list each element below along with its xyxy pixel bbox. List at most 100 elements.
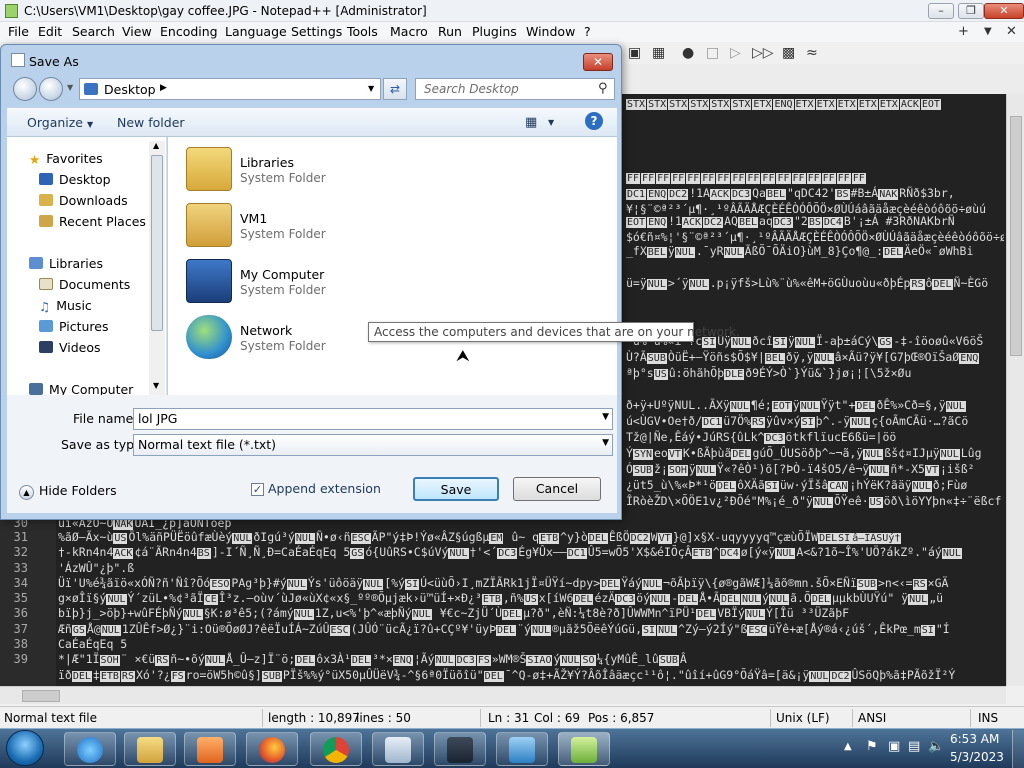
hide-folders-toggle[interactable]: ▲ Hide Folders <box>19 483 117 500</box>
clock-date[interactable]: 5/3/2023 <box>950 750 1004 764</box>
menu-view[interactable]: View <box>122 24 152 39</box>
menu-run[interactable]: Run <box>438 24 462 39</box>
network-globe-icon <box>186 315 232 359</box>
menu-window[interactable]: Window <box>526 24 575 39</box>
menu-encoding[interactable]: Encoding <box>160 24 218 39</box>
scroll-thumb[interactable] <box>151 155 163 331</box>
play-macro-icon[interactable]: ▷ <box>730 45 741 61</box>
start-button[interactable] <box>6 730 44 766</box>
taskbar-notepad-plus[interactable] <box>558 732 610 766</box>
taskbar-media-player[interactable] <box>184 732 236 766</box>
videos-icon <box>39 341 53 353</box>
spell-check-icon[interactable]: ≈ <box>806 45 818 61</box>
vertical-scrollbar[interactable] <box>1006 94 1024 686</box>
taskbar-paint[interactable] <box>434 732 486 766</box>
network-icon[interactable]: ▤ <box>908 739 920 754</box>
scroll-thumb[interactable] <box>22 690 60 702</box>
show-hidden-icons[interactable]: ▲ <box>844 741 852 752</box>
status-mode: INS <box>978 711 999 725</box>
address-bar[interactable]: Desktop ▶ ▼ <box>79 78 381 100</box>
nav-videos[interactable]: Videos <box>39 340 101 355</box>
minimize-button[interactable]: – <box>928 3 954 19</box>
downloads-folder-icon <box>39 194 53 206</box>
new-folder-button[interactable]: New folder <box>117 115 185 130</box>
display-icon[interactable]: ▣ <box>888 739 900 754</box>
organize-button[interactable]: Organize ▼ <box>27 115 93 130</box>
computer-icon <box>186 259 232 303</box>
file-name-dropdown-icon[interactable]: ▼ <box>602 412 609 422</box>
volume-icon[interactable]: 🔈 <box>928 739 944 754</box>
status-separator <box>480 709 481 727</box>
nav-downloads[interactable]: Downloads <box>39 193 128 208</box>
monitor-icon[interactable]: ▣ <box>628 45 641 61</box>
nav-desktop[interactable]: Desktop <box>39 172 111 187</box>
breadcrumb-arrow-icon[interactable]: ▶ <box>160 83 167 93</box>
menu-settings[interactable]: Settings <box>291 24 342 39</box>
line-number: 39 <box>13 652 28 666</box>
scroll-up-icon[interactable]: ▲ <box>153 141 159 150</box>
menu-macro[interactable]: Macro <box>390 24 428 39</box>
taskbar-snipping-tool[interactable] <box>372 732 424 766</box>
nav-scrollbar[interactable]: ▲ ▼ <box>149 141 165 395</box>
menu-tools[interactable]: Tools <box>347 24 378 39</box>
menu-help[interactable]: ? <box>584 24 591 39</box>
address-dropdown-icon[interactable]: ▼ <box>368 84 374 93</box>
nav-music[interactable]: ♫ Music <box>39 298 92 314</box>
horizontal-scrollbar[interactable] <box>0 686 1006 704</box>
menu-search[interactable]: Search <box>72 24 115 39</box>
panel-icon[interactable]: ▦ <box>652 45 665 61</box>
nav-favorites[interactable]: ★ Favorites <box>29 151 103 167</box>
file-name-label: File name: <box>73 411 138 426</box>
menu-file[interactable]: File <box>8 24 29 39</box>
flag-icon[interactable]: ⚑ <box>866 739 878 754</box>
save-type-select[interactable]: Normal text file (*.txt) ▼ <box>133 434 613 456</box>
dialog-bottom-panel: File name: lol JPG ▼ Save as type: Norma… <box>7 395 617 513</box>
code-line: ªþ°sUS û:öhãhÕþDLE ð9ÉÝ>Ò`}Ýü&`}jø¡¦[\5ž×Ø… <box>626 366 912 380</box>
help-icon[interactable]: ? <box>585 112 603 130</box>
append-extension-checkbox[interactable]: ✓ Append extension <box>251 481 381 496</box>
recent-pages-icon[interactable]: ▼ <box>67 83 73 92</box>
taskbar-chrome[interactable] <box>310 732 362 766</box>
refresh-button[interactable]: ⇄ <box>383 78 407 100</box>
menu-edit[interactable]: Edit <box>38 24 62 39</box>
tab-list-icon[interactable]: ▼ <box>984 26 992 37</box>
taskbar-photo-viewer[interactable] <box>496 732 548 766</box>
forward-button[interactable] <box>39 77 63 101</box>
search-input[interactable]: Search Desktop ⚲ <box>415 78 615 100</box>
save-macro-icon[interactable]: ▩ <box>782 45 795 61</box>
close-doc-icon[interactable]: ✕ <box>1006 24 1017 39</box>
media-player-icon <box>197 737 223 763</box>
code-line: ú<ÙGV•Oe†ð/DC1 ü7Ö%RS ÿûv×ýSI þ^.-ÿNUL ç{oÃm… <box>626 414 969 428</box>
taskbar-explorer[interactable] <box>124 732 176 766</box>
view-options-icon[interactable]: ▦ <box>525 115 537 130</box>
taskbar-ie[interactable] <box>64 732 116 766</box>
back-button[interactable] <box>13 77 37 101</box>
cancel-button[interactable]: Cancel <box>513 477 601 501</box>
record-macro-icon[interactable]: ● <box>682 45 694 61</box>
nav-libraries[interactable]: Libraries <box>29 256 103 271</box>
menu-language[interactable]: Language <box>225 24 287 39</box>
dialog-close-button[interactable]: ✕ <box>583 53 613 71</box>
run-multiple-icon[interactable]: ▷▷ <box>752 45 774 61</box>
scroll-down-icon[interactable]: ▼ <box>153 381 159 390</box>
search-icon[interactable]: ⚲ <box>598 81 608 96</box>
nav-documents[interactable]: Documents <box>39 277 130 292</box>
close-window-button[interactable]: ✕ <box>984 3 1024 19</box>
taskbar-firefox[interactable] <box>246 732 298 766</box>
nav-recent-places[interactable]: Recent Places <box>39 214 146 229</box>
chrome-icon <box>323 737 349 763</box>
file-name-input[interactable]: lol JPG ▼ <box>133 408 613 430</box>
status-encoding: ANSI <box>858 711 887 725</box>
maximize-button[interactable]: ❐ <box>958 3 984 19</box>
stop-macro-icon[interactable]: □ <box>706 45 719 61</box>
save-button[interactable]: Save <box>413 477 499 501</box>
view-dropdown-icon[interactable]: ▼ <box>548 118 554 127</box>
ie-icon <box>77 737 103 763</box>
save-type-dropdown-icon[interactable]: ▼ <box>602 438 609 448</box>
show-desktop-button[interactable] <box>1012 730 1024 768</box>
menu-plugins[interactable]: Plugins <box>472 24 517 39</box>
new-tab-icon[interactable]: + <box>958 24 969 39</box>
scroll-thumb[interactable] <box>1010 116 1022 356</box>
nav-pictures[interactable]: Pictures <box>39 319 109 334</box>
clock-time[interactable]: 6:53 AM <box>950 732 999 746</box>
